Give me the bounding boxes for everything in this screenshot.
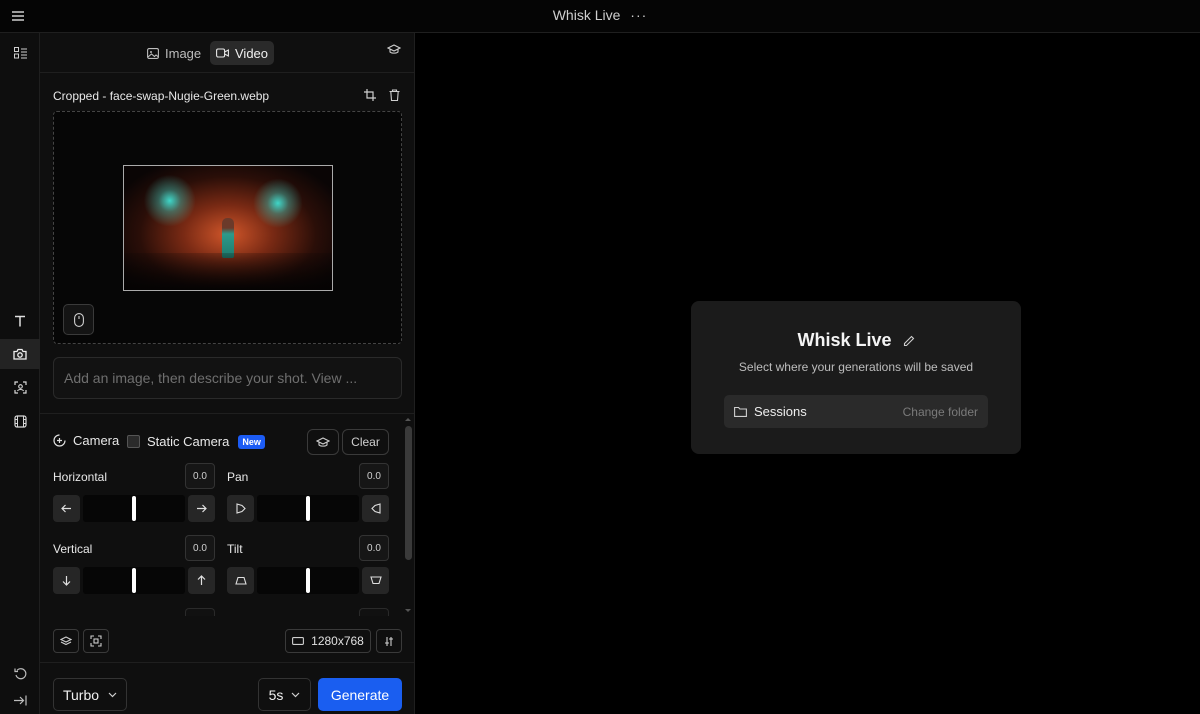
pencil-icon[interactable] [903, 335, 915, 347]
slider-thumb[interactable] [132, 568, 136, 593]
bottom-tools: 1280x768 [53, 629, 402, 653]
settings-sliders-icon[interactable] [376, 629, 402, 653]
change-folder-button[interactable]: Change folder [903, 405, 978, 419]
divider [40, 413, 415, 414]
app-title: Whisk Live [552, 7, 621, 23]
learn-icon [316, 436, 330, 447]
duration-label: 5s [268, 686, 284, 703]
duration-select[interactable]: 5s [258, 678, 311, 711]
layers-icon[interactable] [53, 629, 79, 653]
control-pan: Pan 0.0 [227, 463, 389, 528]
text-icon[interactable] [0, 306, 40, 336]
horizontal-slider[interactable] [83, 495, 185, 522]
uploaded-image-thumbnail[interactable] [123, 165, 333, 291]
chevron-down-icon [108, 692, 117, 697]
scrollbar[interactable] [403, 416, 413, 614]
tilt-down-icon[interactable] [362, 567, 389, 594]
camera-label: Camera [73, 433, 120, 448]
scroll-thumb[interactable] [405, 426, 412, 560]
file-actions [364, 89, 400, 101]
folder-name-wrap: Sessions [734, 404, 807, 419]
focus-icon[interactable] [83, 629, 109, 653]
generate-button[interactable]: Generate [318, 678, 402, 711]
aspect-ratio-icon [292, 637, 305, 645]
pan-left-icon[interactable] [227, 495, 254, 522]
tab-video-label: Video [235, 45, 269, 61]
folder-name: Sessions [754, 404, 807, 419]
app-title-wrap: Whisk Live ··· [0, 7, 1200, 23]
image-drop-zone[interactable] [53, 111, 402, 344]
folder-selector[interactable]: Sessions Change folder [724, 395, 988, 428]
resolution-button[interactable]: 1280x768 [285, 629, 371, 653]
slider-thumb[interactable] [306, 496, 310, 521]
static-camera-label: Static Camera [147, 434, 230, 449]
control-label: Horizontal [53, 470, 108, 484]
camera-label-wrap: Camera [53, 433, 119, 448]
tilt-up-icon[interactable] [227, 567, 254, 594]
left-rail [0, 33, 40, 714]
video-icon [216, 48, 229, 58]
vertical-slider[interactable] [83, 567, 185, 594]
file-name: Cropped - face-swap-Nugie-Green.webp [53, 89, 270, 103]
camera-learn-button[interactable] [307, 429, 339, 455]
clear-button[interactable]: Clear [342, 429, 389, 455]
more-options-button[interactable]: ··· [630, 7, 647, 23]
next-control-stub [185, 608, 215, 616]
camera-header: Camera Static Camera New Clear [53, 429, 389, 455]
generate-bar: Turbo 5s Generate [40, 662, 415, 714]
prompt-input[interactable]: Add an image, then describe your shot. V… [53, 357, 402, 399]
control-value-input[interactable]: 0.0 [185, 463, 215, 489]
control-vertical: Vertical 0.0 [53, 535, 215, 600]
control-label: Pan [227, 470, 249, 484]
dialog-title: Whisk Live [797, 330, 892, 350]
control-tilt: Tilt 0.0 [227, 535, 389, 600]
mouse-icon[interactable] [63, 304, 94, 335]
arrow-right-icon[interactable] [188, 495, 215, 522]
trash-icon[interactable] [389, 89, 400, 101]
tab-image-label: Image [165, 45, 202, 61]
dialog-subtitle: Select where your generations will be sa… [738, 360, 974, 374]
crop-icon[interactable] [364, 89, 376, 101]
collapse-icon[interactable] [0, 685, 40, 714]
face-scan-icon[interactable] [0, 372, 40, 402]
control-label: Vertical [53, 542, 93, 556]
camera-icon[interactable] [0, 339, 40, 369]
tab-image[interactable]: Image [141, 41, 207, 65]
tilt-slider[interactable] [257, 567, 359, 594]
model-label: Turbo [62, 686, 100, 703]
model-select[interactable]: Turbo [53, 678, 127, 711]
slider-thumb[interactable] [132, 496, 136, 521]
static-camera-checkbox[interactable]: Static Camera New [127, 434, 265, 449]
checkbox-box[interactable] [127, 435, 140, 448]
control-horizontal: Horizontal 0.0 [53, 463, 215, 528]
resolution-label: 1280x768 [311, 634, 364, 648]
camera-move-icon [53, 434, 66, 447]
panel-toggle-icon[interactable] [0, 38, 40, 68]
next-control-stub [359, 608, 389, 616]
folder-dialog: Whisk Live Select where your generations… [691, 301, 1021, 454]
pan-right-icon[interactable] [362, 495, 389, 522]
film-icon[interactable] [0, 406, 40, 436]
image-icon [147, 47, 159, 59]
new-badge: New [238, 434, 265, 449]
learn-icon[interactable] [387, 44, 401, 55]
control-value-input[interactable]: 0.0 [185, 535, 215, 561]
dialog-title-wrap: Whisk Live [691, 330, 1021, 351]
pan-slider[interactable] [257, 495, 359, 522]
slider-thumb[interactable] [306, 568, 310, 593]
arrow-left-icon[interactable] [53, 495, 80, 522]
tab-video[interactable]: Video [210, 41, 275, 65]
control-value-input[interactable]: 0.0 [359, 535, 389, 561]
control-label: Tilt [227, 542, 243, 556]
control-value-input[interactable]: 0.0 [359, 463, 389, 489]
mode-tabs: Image Video [40, 33, 415, 73]
folder-icon [734, 406, 747, 417]
arrow-up-icon[interactable] [188, 567, 215, 594]
chevron-down-icon [291, 692, 300, 697]
left-panel: Image Video Cropped - face-swap-Nugie-Gr… [40, 33, 415, 714]
menu-icon[interactable] [8, 6, 28, 26]
top-bar: Whisk Live ··· [0, 0, 1200, 33]
arrow-down-icon[interactable] [53, 567, 80, 594]
